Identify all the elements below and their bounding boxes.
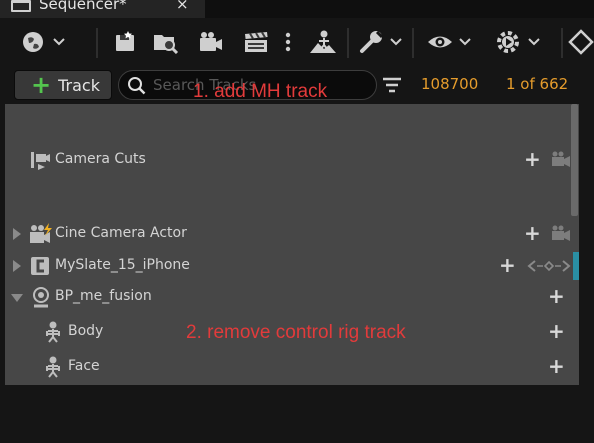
camera-icon [200, 32, 222, 51]
filter-icon[interactable] [381, 76, 403, 96]
window-icon [11, 0, 31, 12]
toolbar-separator [347, 28, 349, 58]
cine-camera-icon [30, 223, 52, 243]
expand-arrow-icon[interactable] [13, 228, 21, 240]
track-row-camera-cuts[interactable]: Camera Cuts + [5, 145, 573, 175]
track-row-face[interactable]: Face + [5, 352, 573, 382]
actor-icon [33, 287, 49, 308]
camera-icon[interactable] [551, 225, 571, 241]
tab-bar: Sequencer* × [0, 0, 594, 18]
more-icon [285, 32, 291, 52]
keyframe-button[interactable] [568, 26, 594, 58]
save-button[interactable] [112, 26, 138, 58]
render-movie-button[interactable] [241, 26, 271, 58]
track-count: 1 of 662 [506, 75, 569, 93]
diamond-icon [568, 29, 594, 55]
actor-to-sequencer-button[interactable] [307, 26, 339, 58]
sequencer-tab[interactable]: Sequencer* × [0, 0, 205, 18]
track-row-bp-me-fusion[interactable]: BP_me_fusion + [5, 282, 573, 312]
track-label: Cine Camera Actor [55, 225, 187, 241]
toolbar-separator [412, 28, 414, 58]
add-to-track-button[interactable]: + [548, 320, 565, 342]
plus-icon: + [31, 71, 52, 99]
expand-arrow-icon[interactable] [13, 260, 21, 272]
add-to-track-button[interactable]: + [524, 222, 541, 244]
collapse-arrow-icon[interactable] [11, 294, 23, 302]
camera-button[interactable] [197, 26, 225, 58]
tools-dropdown-button[interactable] [358, 26, 404, 58]
track-label: MySlate_15_iPhone [55, 257, 190, 273]
wrench-icon [360, 30, 402, 53]
add-to-track-button[interactable]: + [548, 355, 565, 377]
toolbar [0, 18, 594, 68]
world-icon [23, 32, 65, 52]
add-to-track-button[interactable]: + [524, 148, 541, 170]
eye-icon [428, 36, 471, 48]
add-to-track-button[interactable]: + [548, 285, 565, 307]
actor-icon [310, 30, 336, 53]
track-row-myslate[interactable]: MySlate_15_iPhone + [5, 251, 573, 281]
playback-options-dropdown-button[interactable] [495, 26, 543, 58]
annotation-remove-control-rig: 2. remove control rig track [186, 322, 406, 343]
track-label: Body [68, 323, 104, 339]
browse-button[interactable] [151, 26, 181, 58]
clapper-icon [245, 31, 268, 52]
track-row-cine-camera-actor[interactable]: Cine Camera Actor + [5, 219, 573, 249]
close-icon[interactable]: × [176, 0, 189, 13]
view-options-dropdown-button[interactable] [426, 26, 474, 58]
save-icon [116, 31, 134, 51]
browse-icon [154, 35, 179, 54]
annotation-add-mh-track: 1. add MH track [193, 81, 328, 102]
toolbar-separator [561, 28, 563, 58]
add-to-track-button[interactable]: + [499, 254, 516, 276]
search-icon [128, 77, 146, 95]
keyframe-navigation-icon[interactable] [527, 260, 571, 272]
toolbar-separator [96, 28, 98, 58]
play-settings-icon [497, 31, 540, 53]
track-label: Camera Cuts [55, 151, 146, 167]
vertical-scrollbar[interactable] [571, 104, 578, 216]
camera-icon[interactable] [551, 151, 571, 167]
skeleton-icon [46, 321, 60, 343]
world-dropdown-button[interactable] [20, 26, 68, 58]
slate-icon [31, 257, 49, 275]
skeleton-icon [46, 356, 60, 378]
camera-cuts-icon [31, 152, 50, 170]
tab-title: Sequencer* [39, 0, 127, 13]
more-options-button[interactable] [281, 26, 295, 58]
track-label: Face [68, 358, 100, 374]
add-track-label: Track [58, 75, 100, 95]
track-label: BP_me_fusion [55, 288, 152, 304]
selection-indicator [573, 252, 579, 280]
current-frame[interactable]: 108700 [421, 75, 478, 93]
add-track-button[interactable]: + Track [14, 70, 112, 100]
